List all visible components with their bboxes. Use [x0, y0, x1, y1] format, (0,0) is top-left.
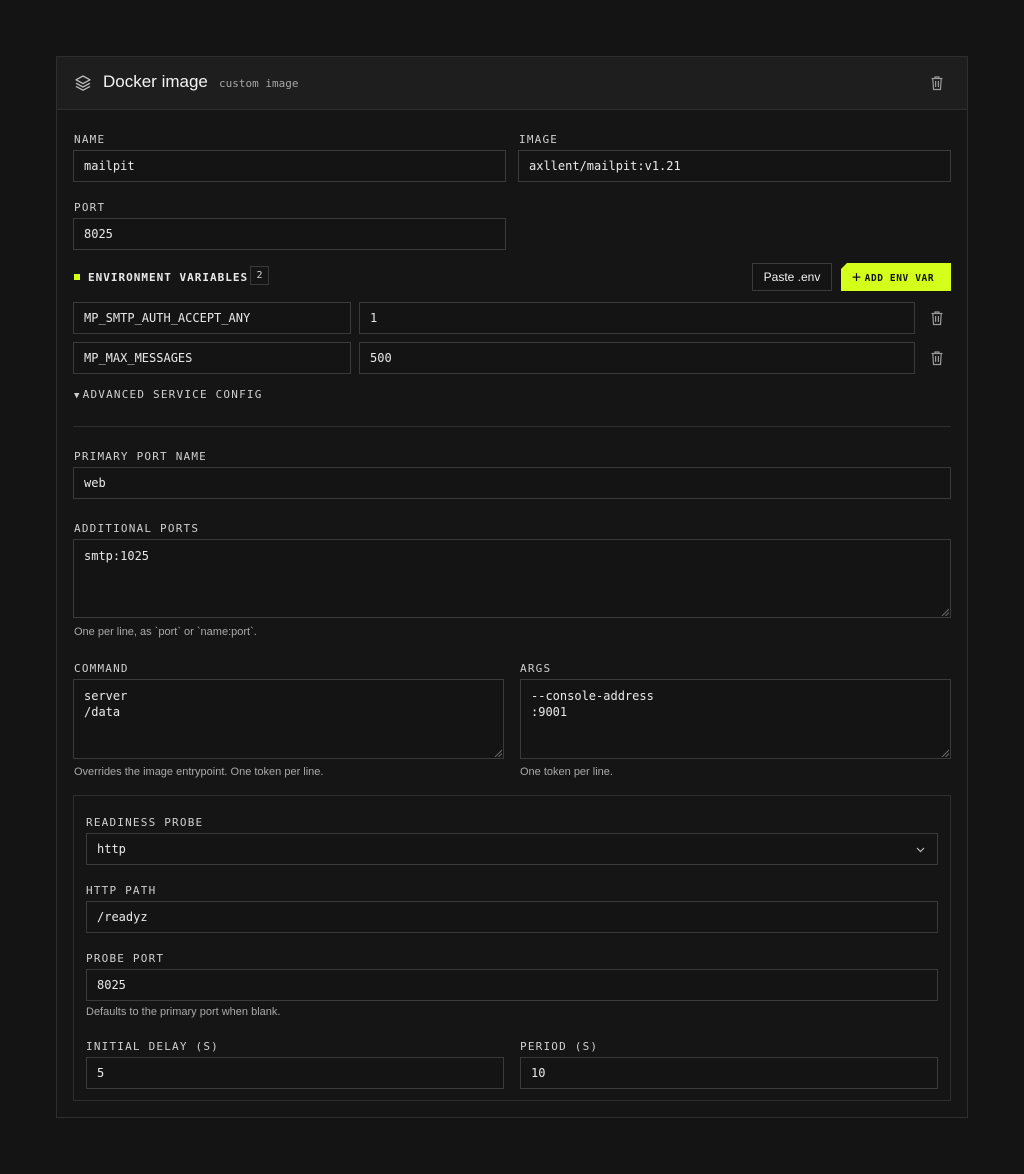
name-label: NAME — [74, 133, 106, 146]
args-label: ARGS — [520, 662, 552, 675]
advanced-config-toggle[interactable]: ▼ ADVANCED SERVICE CONFIG — [74, 388, 263, 401]
command-textarea[interactable]: server /data — [73, 679, 504, 759]
card-title: Docker image — [103, 72, 208, 91]
http-path-label: HTTP PATH — [86, 884, 157, 897]
image-label: IMAGE — [519, 133, 559, 146]
plus-icon: + — [852, 268, 862, 286]
resize-handle-icon[interactable] — [941, 608, 949, 616]
primary-port-name-label: PRIMARY PORT NAME — [74, 450, 207, 463]
http-path-input[interactable]: /readyz — [86, 901, 938, 933]
image-type-badge: custom image — [219, 77, 299, 90]
env-value-input[interactable]: 500 — [359, 342, 915, 374]
port-label: PORT — [74, 201, 106, 214]
readiness-probe-value: http — [97, 842, 126, 856]
additional-ports-hint: One per line, as `port` or `name:port`. — [74, 626, 257, 638]
delete-env-var-trash-icon[interactable] — [930, 310, 944, 326]
env-value-input[interactable]: 1 — [359, 302, 915, 334]
command-value: server /data — [84, 689, 128, 719]
add-env-var-label: ADD ENV VAR — [864, 273, 935, 284]
command-label: COMMAND — [74, 662, 129, 675]
additional-ports-textarea[interactable]: smtp:1025 — [73, 539, 951, 618]
advanced-config-label: ADVANCED SERVICE CONFIG — [82, 388, 263, 401]
env-section-title: ENVIRONMENT VARIABLES — [88, 271, 249, 284]
image-input[interactable]: axllent/mailpit:v1.21 — [518, 150, 951, 182]
name-input[interactable]: mailpit — [73, 150, 506, 182]
caret-down-icon: ▼ — [74, 391, 81, 401]
primary-port-name-input[interactable]: web — [73, 467, 951, 499]
command-hint: Overrides the image entrypoint. One toke… — [74, 766, 324, 778]
readiness-probe-label: READINESS PROBE — [86, 816, 204, 829]
docker-image-card: Docker image custom image NAME mailpit I… — [56, 56, 968, 1118]
delete-service-trash-icon[interactable] — [930, 75, 944, 91]
resize-handle-icon[interactable] — [941, 749, 949, 757]
additional-ports-label: ADDITIONAL PORTS — [74, 522, 200, 535]
probe-port-label: PROBE PORT — [86, 952, 165, 965]
readiness-probe-select[interactable]: http — [86, 833, 938, 865]
env-count-badge: 2 — [250, 266, 269, 285]
port-input[interactable]: 8025 — [73, 218, 506, 250]
args-hint: One token per line. — [520, 766, 613, 778]
chevron-down-icon — [916, 847, 925, 853]
env-section-marker — [74, 274, 80, 280]
resize-handle-icon[interactable] — [494, 749, 502, 757]
period-input[interactable]: 10 — [520, 1057, 938, 1089]
probe-port-hint: Defaults to the primary port when blank. — [86, 1006, 281, 1018]
args-textarea[interactable]: --console-address :9001 — [520, 679, 951, 759]
delete-env-var-trash-icon[interactable] — [930, 350, 944, 366]
paste-env-button[interactable]: Paste .env — [752, 263, 832, 291]
add-env-var-button[interactable]: + ADD ENV VAR — [841, 263, 951, 291]
readiness-probe-panel: READINESS PROBE http HTTP PATH /readyz P… — [73, 795, 951, 1101]
layers-icon — [75, 75, 91, 91]
card-header: Docker image custom image — [57, 57, 967, 110]
env-key-input[interactable]: MP_SMTP_AUTH_ACCEPT_ANY — [73, 302, 351, 334]
section-divider — [73, 426, 951, 427]
args-value: --console-address :9001 — [531, 689, 654, 719]
probe-port-input[interactable]: 8025 — [86, 969, 938, 1001]
env-key-input[interactable]: MP_MAX_MESSAGES — [73, 342, 351, 374]
period-label: PERIOD (S) — [520, 1040, 599, 1053]
initial-delay-input[interactable]: 5 — [86, 1057, 504, 1089]
initial-delay-label: INITIAL DELAY (S) — [86, 1040, 219, 1053]
additional-ports-value: smtp:1025 — [84, 549, 150, 563]
